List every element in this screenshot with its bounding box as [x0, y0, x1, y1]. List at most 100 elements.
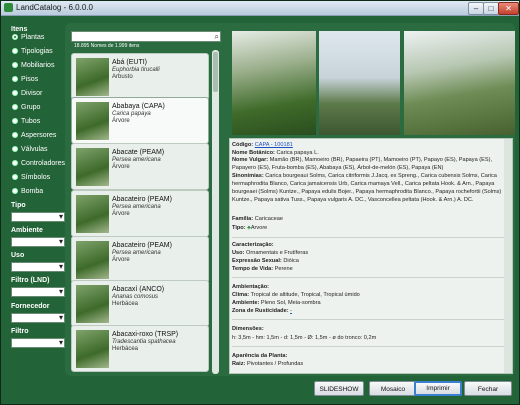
filter-label-tipo: Tipo [11, 202, 26, 209]
radio-selected-icon [12, 34, 18, 41]
plant-detail-panel: Código: CAPA - 100181 Nome Botânico: Car… [229, 138, 513, 374]
result-count: 18.895 Nomes de 1.999 itens [74, 43, 140, 49]
app-icon [4, 3, 13, 12]
divider [232, 277, 508, 278]
radio-tubos[interactable]: Tubos [12, 116, 40, 128]
window-title: LandCatalog - 6.0.0.0 [16, 3, 93, 12]
tipo-value: Árvore [250, 225, 268, 231]
sinonimias-value: Carica bourgeaui Solms, Carica citriform… [232, 173, 502, 203]
radio-mobiliarios[interactable]: Mobiliarios [12, 60, 54, 72]
section-caracterizacao: Caracterização: [232, 242, 274, 248]
section-dimensoes: Dimensões: [232, 326, 264, 332]
tipo-select[interactable] [11, 212, 65, 222]
expressao-value: Dióica [283, 258, 299, 264]
plant-thumbnail [76, 195, 109, 233]
ambiente-select[interactable] [11, 237, 65, 247]
divider [232, 346, 508, 347]
nome-vulgar-value: Mamão (BR), Mamoeiro (BR), Papaeira (PT)… [232, 157, 492, 171]
detail-scrollbar[interactable] [504, 139, 512, 373]
radio-valvulas[interactable]: Válvulas [12, 144, 47, 156]
radio-divisor[interactable]: Divisor [12, 88, 42, 100]
list-item-selected[interactable]: Ababaya (CAPA) Carica papaya Árvore [71, 97, 209, 144]
filter-label-filtro: Filtro [11, 328, 29, 335]
list-item[interactable]: Abacateiro (PEAM) Persea americana Árvor… [71, 236, 209, 283]
radio-icon [12, 62, 18, 69]
filter-label-lnd: Filtro (LND) [11, 277, 50, 284]
plant-list: Abá (EUTI) Euphorbia tirucalli Arbusto A… [71, 50, 221, 374]
app-window: LandCatalog - 6.0.0.0 – □ ✕ Itens Planta… [0, 0, 520, 405]
divider [232, 319, 508, 320]
fornecedor-select[interactable] [11, 313, 65, 323]
dimensoes-value: h: 3,5m - hm: 1,5m - d: 1,5m - Ø: 1,5m -… [232, 335, 377, 341]
filter-label-uso: Uso [11, 252, 25, 259]
radio-grupo[interactable]: Grupo [12, 102, 40, 114]
radio-simbolos[interactable]: Símbolos [12, 172, 50, 184]
nome-vulgar-label: Nome Vulgar: [232, 157, 269, 163]
imprimir-button[interactable]: Imprimir [414, 381, 462, 396]
zona-label: Zona de Rusticidade: [232, 308, 289, 314]
plant-photo-3[interactable] [404, 31, 515, 135]
radio-pisos[interactable]: Pisos [12, 74, 38, 86]
list-item[interactable]: Abacateiro (PEAM) Persea americana Árvor… [71, 190, 209, 237]
radio-icon [12, 90, 18, 97]
ambiente-value: Pleno Sol, Meia-sombra [260, 300, 321, 306]
tempo-value: Perene [274, 266, 293, 272]
plant-photo-1[interactable] [232, 31, 316, 135]
zona-value[interactable]: - [290, 308, 292, 314]
section-ambientacao: Ambientação: [232, 284, 269, 290]
radio-icon [12, 118, 18, 125]
filtro-lnd-select[interactable] [11, 287, 65, 297]
radio-icon [12, 146, 18, 153]
codigo-label: Código: [232, 142, 254, 148]
ambiente-label: Ambiente: [232, 300, 260, 306]
radio-plantas[interactable]: Plantas [12, 32, 44, 44]
radio-icon [12, 188, 18, 195]
uso-value: Ornamentais e Frutíferas [246, 250, 309, 256]
plant-thumbnail [76, 285, 109, 323]
list-item[interactable]: Abacate (PEAM) Persea americana Árvore [71, 143, 209, 190]
familia-label: Família: [232, 216, 254, 222]
close-button[interactable]: ✕ [498, 2, 519, 15]
familia-value: Caricaceae [254, 216, 283, 222]
radio-bomba[interactable]: Bomba [12, 186, 43, 198]
sinonimias-label: Sinonímias: [232, 173, 264, 179]
slideshow-button[interactable]: SLIDESHOW [314, 381, 364, 396]
plant-photo-2[interactable] [319, 31, 400, 135]
radio-icon [12, 76, 18, 83]
radio-icon [12, 48, 18, 55]
fechar-button[interactable]: Fechar [464, 381, 512, 396]
plant-thumbnail [76, 241, 109, 279]
clima-value: Tropical de altitude, Tropical, Tropical… [250, 292, 360, 298]
radio-tipologias[interactable]: Tipologias [12, 46, 53, 58]
search-input[interactable]: ⌕ [71, 31, 221, 42]
raiz-label: Raiz: [232, 361, 246, 367]
divider [232, 237, 508, 238]
radio-icon [12, 160, 18, 167]
filter-label-ambiente: Ambiente [11, 227, 43, 234]
expressao-label: Expressão Sexual: [232, 258, 282, 264]
radio-aspersores[interactable]: Aspersores [12, 130, 56, 142]
search-icon[interactable]: ⌕ [215, 32, 219, 42]
maximize-button[interactable]: □ [483, 2, 499, 15]
list-item[interactable]: Abá (EUTI) Euphorbia tirucalli Arbusto [71, 53, 209, 100]
uso-select[interactable] [11, 262, 65, 272]
clima-label: Clima: [232, 292, 250, 298]
list-scrollbar[interactable] [212, 50, 219, 374]
minimize-button[interactable]: – [468, 2, 484, 15]
radio-controladores[interactable]: Controladores [12, 158, 65, 170]
plant-thumbnail [76, 58, 109, 96]
uso-label: Uso: [232, 250, 245, 256]
tipo-label: Tipo: [232, 225, 246, 231]
title-bar: LandCatalog - 6.0.0.0 – □ ✕ [1, 1, 519, 16]
scrollbar-thumb[interactable] [213, 52, 218, 92]
raiz-value: Pivotantes / Profundas [246, 361, 304, 367]
section-aparencia: Aparência da Planta: [232, 353, 288, 359]
mosaico-button[interactable]: Mosaico [369, 381, 417, 396]
plant-thumbnail [76, 102, 109, 140]
list-item[interactable]: Abacaxi-roxo (TRSP) Tradescantia spathac… [71, 325, 209, 372]
plant-thumbnail [76, 148, 109, 186]
filtro-select[interactable] [11, 338, 65, 348]
radio-icon [12, 104, 18, 111]
list-item[interactable]: Abacaxí (ANCO) Ananas comosus Herbácea [71, 280, 209, 327]
codigo-link[interactable]: CAPA - 100181 [255, 142, 293, 148]
